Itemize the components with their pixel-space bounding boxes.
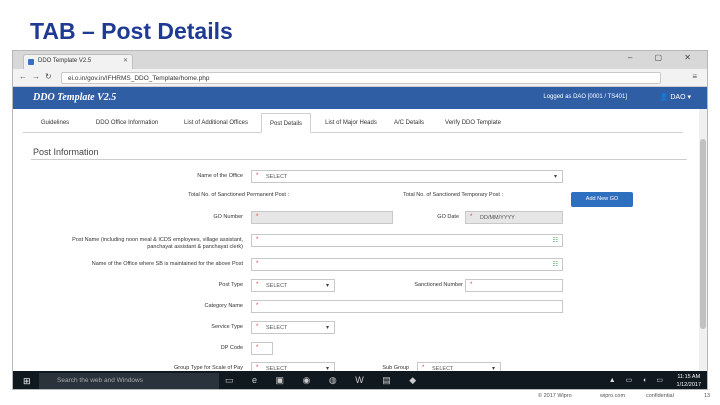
service-type-value: SELECT — [266, 325, 288, 331]
form-tabs: Guidelines DDO Office Information List o… — [23, 113, 683, 133]
tab-ddo-office-information[interactable]: DDO Office Information — [85, 113, 169, 133]
category-name-field[interactable]: * — [251, 300, 563, 313]
tab-guidelines[interactable]: Guidelines — [31, 113, 79, 133]
post-name-label: Post Name (including noon meal & ICDS em… — [72, 237, 243, 250]
go-number-field[interactable]: * — [251, 211, 393, 224]
list-picker-icon[interactable]: ☷ — [553, 237, 558, 244]
tab-post-details[interactable]: Post Details — [261, 113, 311, 133]
taskbar-search[interactable]: Search the web and Windows — [39, 373, 219, 389]
clock-time: 11:15 AM — [677, 374, 701, 380]
footer-page-number: 13 — [704, 393, 711, 399]
user-icon: 👤 — [659, 94, 669, 101]
service-type-select[interactable]: * SELECT ▾ — [251, 321, 335, 334]
chevron-down-icon: ▾ — [553, 174, 557, 180]
user-menu-label: DAO — [670, 94, 686, 101]
post-type-select[interactable]: * SELECT ▾ — [251, 279, 335, 292]
clock-date: 1/12/2017 — [676, 382, 701, 388]
post-type-value: SELECT — [266, 283, 288, 289]
browser-menu-icon[interactable]: ≡ — [692, 72, 697, 81]
address-bar[interactable]: ei.o.in/gov.in/IFHRMS_DDO_Template/home.… — [61, 72, 661, 84]
footer-confidential: confidential — [646, 393, 674, 399]
sanctioned-temporary-label: Total No. of Sanctioned Temporary Post : — [403, 192, 503, 198]
chevron-down-icon: ▾ — [325, 283, 329, 289]
section-divider — [31, 159, 687, 160]
login-info: Logged as DAO [0001 / TS401] — [543, 94, 627, 100]
footer-copyright: © 2017 Wipro — [538, 393, 572, 399]
browser-tab-title: DDO Template V2.5 — [38, 58, 92, 64]
required-marker: * — [256, 173, 259, 179]
office-sb-field[interactable]: * ☷ — [251, 258, 563, 271]
dp-code-field[interactable]: * — [251, 342, 273, 355]
browser-tab-strip: DDO Template V2.5 ✕ – ▢ ✕ — [13, 51, 707, 69]
office-sb-label: Name of the Office where SB is maintaine… — [91, 261, 243, 267]
required-marker: * — [470, 282, 473, 288]
system-tray-icons[interactable]: ▲ ▭ ◖ ▭ — [609, 376, 667, 384]
browser-tab[interactable]: DDO Template V2.5 ✕ — [23, 54, 133, 69]
close-tab-icon[interactable]: ✕ — [123, 57, 128, 64]
footer-site: wipro.com — [600, 393, 626, 399]
dp-code-label: DP Code — [220, 345, 243, 351]
required-marker: * — [256, 345, 259, 351]
app-header: DDO Template V2.5 Logged as DAO [0001 / … — [13, 87, 707, 109]
go-date-label: GO Date — [437, 214, 459, 220]
app-brand: DDO Template V2.5 — [33, 92, 117, 103]
service-type-label: Service Type — [211, 324, 243, 330]
go-date-placeholder: DD/MM/YYYY — [480, 215, 515, 221]
page-scrollbar[interactable] — [699, 109, 707, 371]
scrollbar-thumb[interactable] — [700, 139, 706, 329]
windows-taskbar: ⊞ Search the web and Windows ▭ e ▣ ◉ ◍ W… — [13, 371, 707, 389]
slide-title: TAB – Post Details — [30, 18, 233, 44]
nav-buttons-icon[interactable]: ←→↻ — [19, 72, 57, 81]
chevron-down-icon: ▾ — [325, 325, 329, 331]
category-name-label: Category Name — [204, 303, 243, 309]
caret-down-icon: ▾ — [687, 94, 691, 101]
name-of-office-label: Name of the Office — [197, 173, 243, 179]
sanctioned-number-label: Sanctioned Number — [414, 282, 463, 288]
list-picker-icon[interactable]: ☷ — [553, 261, 558, 268]
taskbar-app-icons[interactable]: ▭ e ▣ ◉ ◍ W ▤ ◆ — [225, 375, 424, 386]
tab-major-heads[interactable]: List of Major Heads — [317, 113, 385, 133]
sanctioned-permanent-label: Total No. of Sanctioned Permanent Post : — [188, 192, 289, 198]
taskbar-clock[interactable]: 11:15 AM 1/12/2017 — [677, 373, 701, 389]
add-new-go-button[interactable]: Add New GO — [571, 192, 633, 207]
windows-start-icon[interactable]: ⊞ — [23, 376, 31, 387]
favicon-icon — [28, 59, 34, 65]
required-marker: * — [256, 303, 259, 309]
name-of-office-value: SELECT — [266, 174, 288, 180]
required-marker: * — [470, 214, 473, 220]
required-marker: * — [256, 237, 259, 243]
required-marker: * — [256, 324, 259, 330]
tab-additional-offices[interactable]: List of Additional Offices — [175, 113, 257, 133]
window-controls[interactable]: – ▢ ✕ — [628, 53, 701, 62]
tab-verify-ddo-template[interactable]: Verify DDO Template — [433, 113, 513, 133]
required-marker: * — [256, 214, 259, 220]
go-number-label: GO Number — [213, 214, 243, 220]
address-bar-row: ←→↻ ei.o.in/gov.in/IFHRMS_DDO_Template/h… — [13, 69, 707, 87]
post-type-label: Post Type — [218, 282, 243, 288]
name-of-office-select[interactable]: * SELECT ▾ — [251, 170, 563, 183]
post-name-field[interactable]: * ☷ — [251, 234, 563, 247]
section-title: Post Information — [33, 147, 99, 157]
go-date-field[interactable]: * DD/MM/YYYY — [465, 211, 563, 224]
required-marker: * — [256, 261, 259, 267]
sanctioned-number-field[interactable]: * — [465, 279, 563, 292]
browser-window: DDO Template V2.5 ✕ – ▢ ✕ ←→↻ ei.o.in/go… — [12, 50, 708, 390]
tab-ac-details[interactable]: A/C Details — [389, 113, 429, 133]
user-menu[interactable]: 👤 DAO ▾ — [660, 93, 691, 101]
required-marker: * — [256, 282, 259, 288]
